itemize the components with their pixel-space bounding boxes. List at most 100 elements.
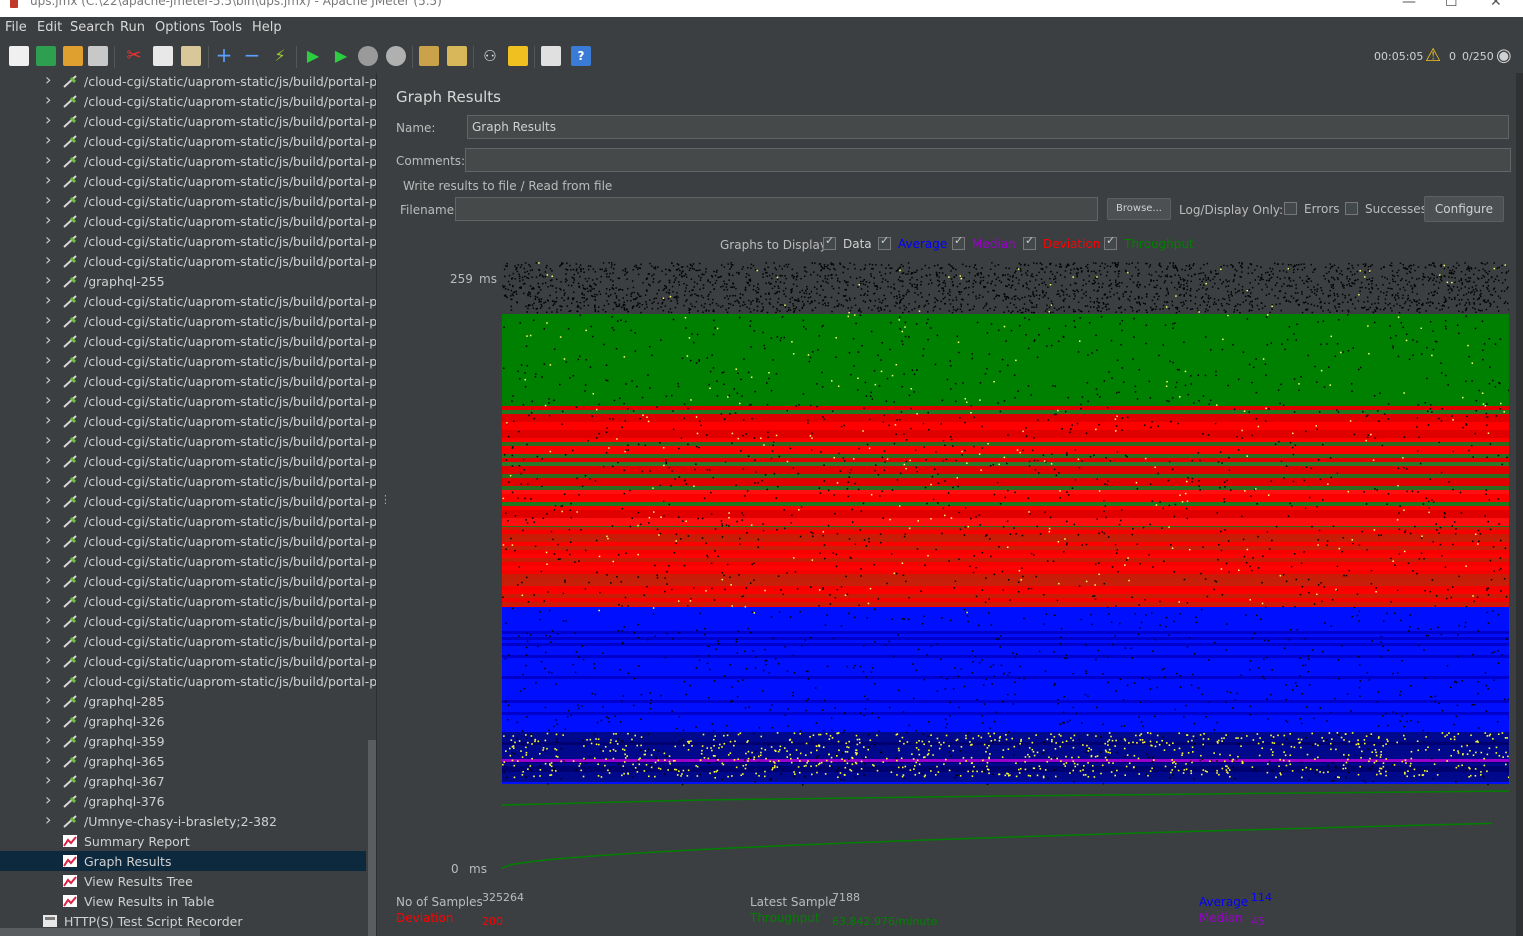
expand-arrow-icon[interactable]: › [45,250,51,269]
tree-item-sampler[interactable]: › /cloud-cgi/static/uaprom-static/js/buil… [0,170,376,191]
tree-item-sampler[interactable]: › /cloud-cgi/static/uaprom-static/js/buil… [0,110,376,131]
tree-item-sampler[interactable]: › /cloud-cgi/static/uaprom-static/js/buil… [0,410,376,431]
menu-options[interactable]: Options [155,20,205,35]
tree-item-sampler[interactable]: › /cloud-cgi/static/uaprom-static/js/buil… [0,150,376,171]
tree-item-sampler[interactable]: › /graphql-367 [0,770,366,791]
menu-edit[interactable]: Edit [37,20,62,35]
tree-item-sampler[interactable]: › /cloud-cgi/static/uaprom-static/js/buil… [0,650,376,671]
expand-arrow-icon[interactable]: › [45,770,51,789]
close-button[interactable]: ✕ [1490,0,1502,10]
tree-item-sampler[interactable]: › /cloud-cgi/static/uaprom-static/js/buil… [0,370,376,391]
tree-item-sampler[interactable]: › /cloud-cgi/static/uaprom-static/js/buil… [0,130,376,151]
expand-arrow-icon[interactable]: › [45,650,51,669]
data-series-checkbox[interactable] [823,234,836,250]
expand-arrow-icon[interactable]: › [45,270,51,289]
expand-arrow-icon[interactable]: › [45,450,51,469]
menu-run[interactable]: Run [120,20,145,35]
tree-item-sampler[interactable]: › /cloud-cgi/static/uaprom-static/js/buil… [0,490,376,511]
expand-arrow-icon[interactable]: › [45,430,51,449]
cut-icon[interactable]: ✂ [124,46,144,66]
clear-all-icon[interactable] [447,46,467,66]
start-icon[interactable]: ▶ [303,46,323,66]
expand-arrow-icon[interactable]: › [45,730,51,749]
menu-file[interactable]: File [5,20,27,35]
tree-item-sampler[interactable]: › /cloud-cgi/static/uaprom-static/js/buil… [0,530,376,551]
tree-item-sampler[interactable]: › /Umnye-chasy-i-braslety;2-382 [0,810,366,831]
tree-item-listener[interactable]: View Results in Table [0,891,366,911]
average-series-checkbox[interactable] [878,234,891,250]
templates-icon[interactable] [36,46,56,66]
expand-arrow-icon[interactable]: › [45,550,51,569]
expand-arrow-icon[interactable]: › [45,530,51,549]
maximize-button[interactable]: ☐ [1445,0,1458,10]
help-icon[interactable]: ? [571,46,591,66]
new-icon[interactable] [9,46,29,66]
tree-item-listener[interactable]: View Results Tree [0,871,366,891]
tree-item-sampler[interactable]: › /cloud-cgi/static/uaprom-static/js/buil… [0,290,376,311]
tree-item-sampler[interactable]: › /cloud-cgi/static/uaprom-static/js/buil… [0,310,376,331]
expand-arrow-icon[interactable]: › [45,570,51,589]
deviation-series-checkbox[interactable] [1023,234,1036,250]
expand-arrow-icon[interactable]: › [45,350,51,369]
tree-item-sampler[interactable]: › /cloud-cgi/static/uaprom-static/js/buil… [0,550,376,571]
browse-button[interactable]: Browse... [1107,198,1171,220]
expand-arrow-icon[interactable]: › [45,73,51,89]
expand-arrow-icon[interactable]: › [45,210,51,229]
reset-search-icon[interactable] [508,46,528,66]
median-series-checkbox[interactable] [952,234,965,250]
tree-item-listener[interactable]: Summary Report [0,831,366,851]
expand-arrow-icon[interactable]: › [45,630,51,649]
expand-arrow-icon[interactable]: › [45,490,51,509]
clear-icon[interactable] [419,46,439,66]
search-icon[interactable]: ⚇ [480,46,500,66]
expand-arrow-icon[interactable]: › [45,470,51,489]
tree-item-sampler[interactable]: › /cloud-cgi/static/uaprom-static/js/buil… [0,350,376,371]
expand-arrow-icon[interactable]: › [45,230,51,249]
expand-arrow-icon[interactable]: › [45,390,51,409]
start-no-pause-icon[interactable]: ▶ [331,46,351,66]
tree-horizontal-scrollbar[interactable] [0,928,200,936]
save-icon[interactable] [88,46,108,66]
tree-item-sampler[interactable]: › /cloud-cgi/static/uaprom-static/js/buil… [0,190,376,211]
expand-arrow-icon[interactable]: › [45,750,51,769]
function-helper-icon[interactable] [541,46,561,66]
tree-item-sampler[interactable]: › /cloud-cgi/static/uaprom-static/js/buil… [0,330,376,351]
shutdown-icon[interactable] [386,46,406,66]
minimize-button[interactable]: — [1402,0,1416,10]
expand-arrow-icon[interactable]: › [45,510,51,529]
copy-icon[interactable] [153,46,173,66]
expand-arrow-icon[interactable]: › [45,90,51,109]
expand-arrow-icon[interactable]: › [45,290,51,309]
throughput-series-checkbox[interactable] [1104,234,1117,250]
tree-item-sampler[interactable]: › /graphql-285 [0,690,366,711]
expand-arrow-icon[interactable]: › [45,150,51,169]
menu-search[interactable]: Search [70,20,115,35]
paste-icon[interactable] [181,46,201,66]
expand-arrow-icon[interactable]: › [45,670,51,689]
tree-item-sampler[interactable]: › /cloud-cgi/static/uaprom-static/js/buil… [0,250,376,271]
tree-item-sampler[interactable]: › /cloud-cgi/static/uaprom-static/js/buil… [0,73,376,91]
tree-item-sampler[interactable]: › /graphql-255 [0,270,366,291]
expand-arrow-icon[interactable]: › [45,410,51,429]
expand-arrow-icon[interactable]: › [45,310,51,329]
tree-item-sampler[interactable]: › /cloud-cgi/static/uaprom-static/js/buil… [0,450,376,471]
expand-arrow-icon[interactable]: › [45,790,51,809]
expand-arrow-icon[interactable]: › [45,610,51,629]
stop-icon[interactable] [358,46,378,66]
tree-item-sampler[interactable]: › /cloud-cgi/static/uaprom-static/js/buil… [0,510,376,531]
expand-arrow-icon[interactable]: › [45,130,51,149]
collapse-icon[interactable]: − [242,45,262,66]
tree-item-sampler[interactable]: › /cloud-cgi/static/uaprom-static/js/buil… [0,470,376,491]
tree-item-sampler[interactable]: › /cloud-cgi/static/uaprom-static/js/buil… [0,570,376,591]
tree-item-sampler[interactable]: › /cloud-cgi/static/uaprom-static/js/buil… [0,670,376,691]
toggle-icon[interactable]: ⚡ [270,46,290,66]
tree-item-sampler[interactable]: › /graphql-326 [0,710,366,731]
expand-arrow-icon[interactable]: › [45,190,51,209]
tree-item-sampler[interactable]: › /graphql-365 [0,750,366,771]
configure-button[interactable]: Configure [1424,196,1504,222]
comments-field[interactable] [465,148,1511,172]
expand-arrow-icon[interactable]: › [45,330,51,349]
tree-item-sampler[interactable]: › /cloud-cgi/static/uaprom-static/js/buil… [0,610,376,631]
tree-vertical-scrollbar[interactable] [368,740,376,936]
tree-item-sampler[interactable]: › /cloud-cgi/static/uaprom-static/js/buil… [0,430,376,451]
